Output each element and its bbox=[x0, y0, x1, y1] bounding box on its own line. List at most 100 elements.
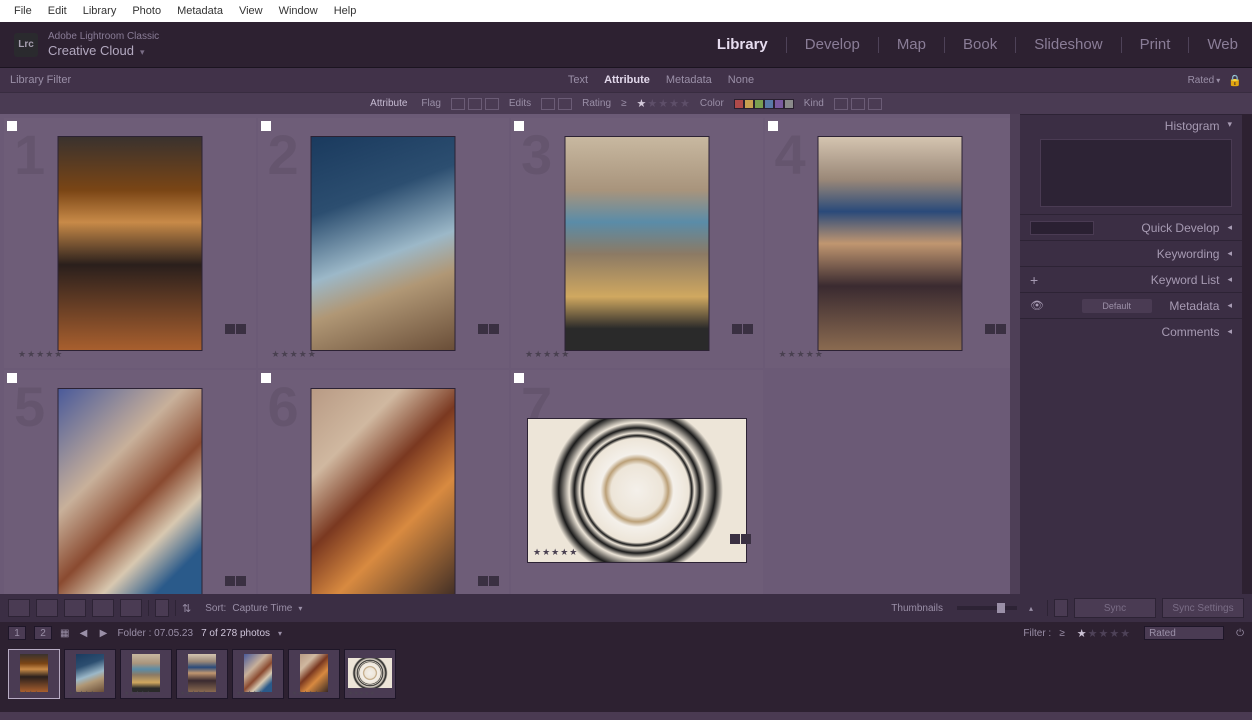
menu-library[interactable]: Library bbox=[75, 5, 125, 17]
identity-line2[interactable]: Creative Cloud bbox=[48, 43, 134, 58]
grid-cell[interactable]: 7★★★★★ bbox=[511, 370, 763, 594]
fs-star-1-icon[interactable]: ★ bbox=[1077, 627, 1087, 640]
grid-scrollbar[interactable] bbox=[1010, 114, 1020, 594]
cell-rating[interactable]: ★★★★★ bbox=[272, 349, 317, 360]
swatch-yellow[interactable] bbox=[744, 99, 754, 109]
sync-toggle-icon[interactable] bbox=[1054, 599, 1068, 617]
identity-dropdown-icon[interactable] bbox=[134, 43, 145, 58]
filmstrip-rating-filter[interactable]: ★ ★ ★ ★ ★ bbox=[1077, 627, 1130, 640]
star-5-icon[interactable]: ★ bbox=[680, 97, 690, 110]
fs-star-4-icon[interactable]: ★ bbox=[1109, 627, 1119, 640]
star-2-icon[interactable]: ★ bbox=[647, 97, 657, 110]
module-print[interactable]: Print bbox=[1140, 34, 1171, 55]
chevron-down-icon[interactable]: ▾ bbox=[1227, 119, 1232, 130]
badge-icon[interactable] bbox=[236, 324, 246, 334]
menu-metadata[interactable]: Metadata bbox=[169, 5, 231, 17]
nav-forward-icon[interactable]: ▶ bbox=[97, 628, 109, 639]
filter-tab-attribute[interactable]: Attribute bbox=[604, 74, 650, 86]
painter-icon[interactable] bbox=[155, 599, 169, 617]
module-slideshow[interactable]: Slideshow bbox=[1034, 34, 1102, 55]
filter-preset-dropdown[interactable]: Rated bbox=[1144, 626, 1224, 640]
cell-rating[interactable]: ★★★★★ bbox=[533, 547, 578, 558]
module-map[interactable]: Map bbox=[897, 34, 926, 55]
filter-operator[interactable]: ≥ bbox=[1059, 628, 1065, 639]
swatch-red[interactable] bbox=[734, 99, 744, 109]
view-people-icon[interactable] bbox=[120, 599, 142, 617]
star-1-icon[interactable]: ★ bbox=[637, 97, 647, 110]
panel-metadata[interactable]: 👁 Default Metadata ◂ bbox=[1020, 292, 1242, 318]
right-panel-collapse[interactable] bbox=[1242, 114, 1252, 594]
menu-photo[interactable]: Photo bbox=[124, 5, 169, 17]
chevron-left-icon[interactable]: ◂ bbox=[1227, 274, 1232, 285]
badge-icon[interactable] bbox=[730, 534, 740, 544]
grid-cell[interactable]: 5★★★★★ bbox=[4, 370, 256, 594]
nav-back-icon[interactable]: ◀ bbox=[77, 628, 89, 639]
edits-edited-icon[interactable] bbox=[541, 98, 555, 110]
filmstrip-thumbnail[interactable]: ★★★★★ bbox=[64, 649, 116, 699]
badge-icon[interactable] bbox=[732, 324, 742, 334]
view-survey-icon[interactable] bbox=[92, 599, 114, 617]
filter-switch-icon[interactable]: ⏻ bbox=[1236, 628, 1244, 639]
swatch-blue[interactable] bbox=[764, 99, 774, 109]
badge-icon[interactable] bbox=[741, 534, 751, 544]
grid-toggle-icon[interactable]: ▦ bbox=[60, 628, 69, 639]
badge-icon[interactable] bbox=[236, 576, 246, 586]
fs-star-2-icon[interactable]: ★ bbox=[1088, 627, 1098, 640]
swatch-none[interactable] bbox=[784, 99, 794, 109]
filmstrip-thumbnail[interactable]: ★★★★★ bbox=[8, 649, 60, 699]
panel-keywording[interactable]: Keywording ◂ bbox=[1020, 240, 1242, 266]
fs-star-5-icon[interactable]: ★ bbox=[1120, 627, 1130, 640]
filmstrip-thumbnail[interactable]: ★★★★★ bbox=[232, 649, 284, 699]
metadata-preset-dropdown[interactable]: Default bbox=[1082, 299, 1152, 313]
filmstrip[interactable]: ★★★★★★★★★★★★★★★★★★★★★★★★★★★★★★★★★★★ bbox=[0, 644, 1252, 704]
filmstrip-thumbnail[interactable]: ★★★★★ bbox=[120, 649, 172, 699]
folder-path[interactable]: Folder : 07.05.23 bbox=[117, 628, 193, 639]
filmstrip-thumbnail[interactable]: ★★★★★ bbox=[176, 649, 228, 699]
module-develop[interactable]: Develop bbox=[805, 34, 860, 55]
menu-edit[interactable]: Edit bbox=[40, 5, 75, 17]
swatch-green[interactable] bbox=[754, 99, 764, 109]
filmstrip-thumbnail[interactable]: ★★★★★ bbox=[344, 649, 396, 699]
menu-window[interactable]: Window bbox=[271, 5, 326, 17]
chevron-left-icon[interactable]: ◂ bbox=[1227, 248, 1232, 259]
badge-icon[interactable] bbox=[225, 324, 235, 334]
badge-icon[interactable] bbox=[996, 324, 1006, 334]
menu-file[interactable]: File bbox=[6, 5, 40, 17]
cell-rating[interactable]: ★★★★★ bbox=[525, 349, 570, 360]
filter-tab-text[interactable]: Text bbox=[568, 74, 588, 86]
badge-icon[interactable] bbox=[478, 576, 488, 586]
flag-rejected-icon[interactable] bbox=[485, 98, 499, 110]
menu-help[interactable]: Help bbox=[326, 5, 365, 17]
photo-thumbnail[interactable] bbox=[311, 136, 456, 351]
chevron-left-icon[interactable]: ◂ bbox=[1227, 300, 1232, 311]
filter-tab-metadata[interactable]: Metadata bbox=[666, 74, 712, 86]
rating-stars[interactable]: ★ ★ ★ ★ ★ bbox=[637, 97, 690, 110]
swatch-purple[interactable] bbox=[774, 99, 784, 109]
photo-thumbnail[interactable] bbox=[57, 136, 202, 351]
thumbnail-size-slider[interactable] bbox=[957, 606, 1017, 610]
grid-cell[interactable]: 3★★★★★ bbox=[511, 118, 763, 368]
panel-comments[interactable]: Comments ◂ bbox=[1020, 318, 1242, 344]
photo-thumbnail[interactable] bbox=[818, 136, 963, 351]
rating-operator[interactable]: ≥ bbox=[621, 98, 627, 109]
edits-unedited-icon[interactable] bbox=[558, 98, 572, 110]
sync-settings-button[interactable]: Sync Settings bbox=[1162, 598, 1244, 618]
flag-picked-icon[interactable] bbox=[451, 98, 465, 110]
view-loupe-icon[interactable] bbox=[36, 599, 58, 617]
plus-icon[interactable]: + bbox=[1030, 272, 1038, 288]
grid-cell[interactable]: 1★★★★★ bbox=[4, 118, 256, 368]
photo-thumbnail[interactable] bbox=[311, 388, 456, 594]
sync-button[interactable]: Sync bbox=[1074, 598, 1156, 618]
view-grid-icon[interactable] bbox=[8, 599, 30, 617]
grid-cell[interactable]: 2★★★★★ bbox=[258, 118, 510, 368]
badge-icon[interactable] bbox=[743, 324, 753, 334]
chevron-down-icon[interactable]: ▾ bbox=[1216, 76, 1220, 85]
grid-view[interactable]: 1★★★★★2★★★★★3★★★★★4★★★★★5★★★★★6★★★★★7★★★… bbox=[0, 114, 1020, 594]
eye-icon[interactable]: 👁 bbox=[1030, 299, 1044, 312]
photo-thumbnail[interactable] bbox=[564, 136, 709, 351]
monitor-2-button[interactable]: 2 bbox=[34, 626, 52, 640]
grid-cell[interactable]: 6★★★★★ bbox=[258, 370, 510, 594]
panel-histogram[interactable]: Histogram ▾ bbox=[1020, 114, 1242, 214]
flag-unflagged-icon[interactable] bbox=[468, 98, 482, 110]
photo-thumbnail[interactable] bbox=[527, 418, 747, 563]
